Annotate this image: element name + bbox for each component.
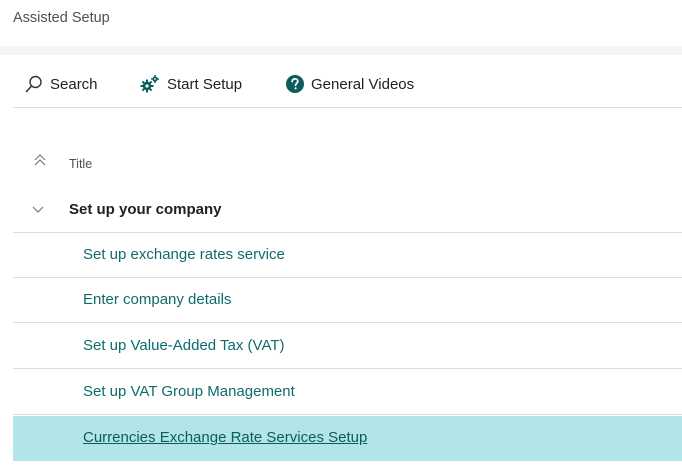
list-item[interactable]: Set up Value-Added Tax (VAT) (13, 324, 682, 369)
page-title: Assisted Setup (13, 10, 110, 26)
search-button[interactable]: Search (24, 72, 98, 96)
column-header-row: Title (13, 147, 682, 177)
search-icon (24, 74, 44, 94)
list-item-selected[interactable]: Currencies Exchange Rate Services Setup (13, 416, 682, 461)
title-bar: Assisted Setup (0, 0, 682, 46)
general-videos-button[interactable]: General Videos (285, 72, 414, 96)
gears-icon (139, 74, 161, 94)
group-row[interactable]: Set up your company (13, 188, 682, 233)
start-setup-button[interactable]: Start Setup (139, 72, 242, 96)
list-item-link[interactable]: Set up VAT Group Management (83, 383, 295, 400)
collapse-all-icon[interactable] (31, 151, 49, 169)
action-bar: Search Start Setup General Videos (13, 55, 682, 108)
list-item-link[interactable]: Currencies Exchange Rate Services Setup (83, 429, 367, 446)
list-item[interactable]: Enter company details (13, 278, 682, 323)
start-setup-label: Start Setup (167, 75, 243, 93)
list-item[interactable]: Set up exchange rates service (13, 233, 682, 278)
list-item-link[interactable]: Set up exchange rates service (83, 246, 285, 263)
main-content: Search Start Setup General Videos Title … (0, 55, 682, 473)
list-item-link[interactable]: Set up Value-Added Tax (VAT) (83, 337, 285, 354)
search-label: Search (50, 75, 98, 93)
help-circle-icon (285, 74, 305, 94)
list-item-link[interactable]: Enter company details (83, 291, 231, 308)
general-videos-label: General Videos (311, 75, 415, 93)
chevron-down-icon[interactable] (31, 203, 45, 217)
column-header-title[interactable]: Title (69, 157, 92, 171)
list-item[interactable]: Set up VAT Group Management (13, 370, 682, 415)
group-label: Set up your company (69, 201, 222, 218)
